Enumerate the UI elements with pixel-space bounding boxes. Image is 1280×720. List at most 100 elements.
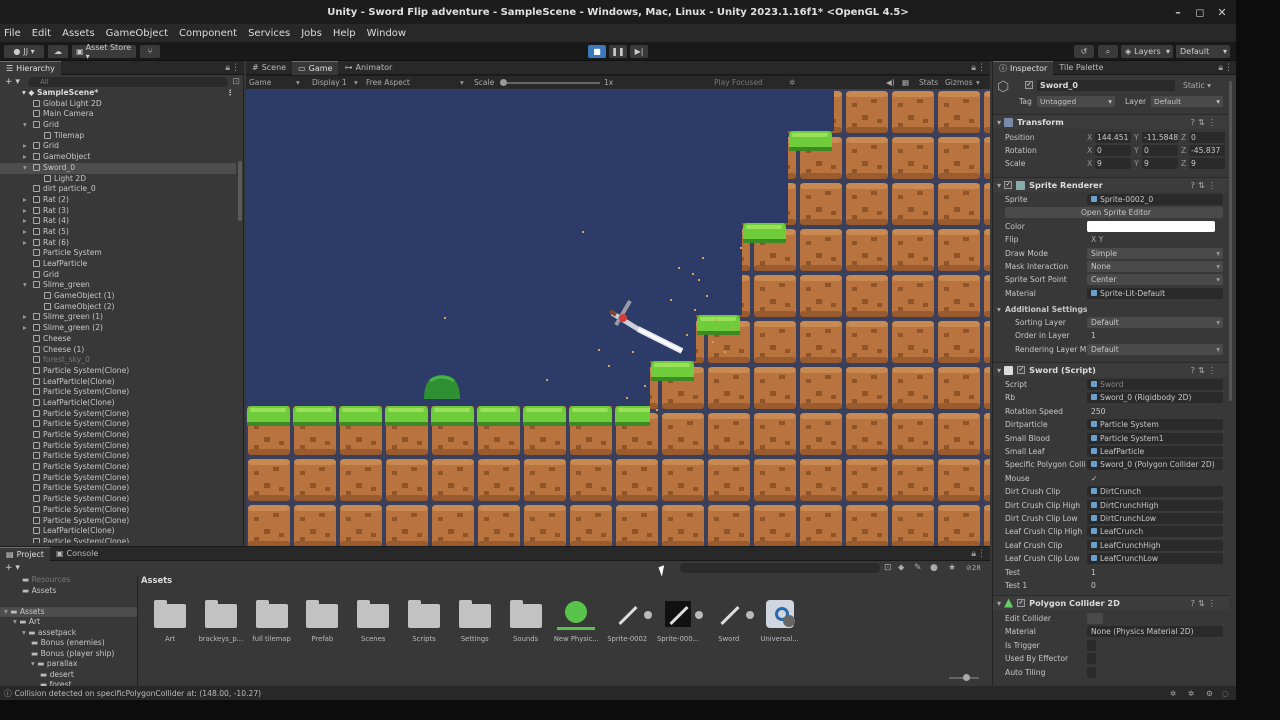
asset-item[interactable]: Sword: [704, 597, 754, 643]
asset-item[interactable]: Settings: [450, 597, 500, 643]
asset-item[interactable]: Scripts: [399, 597, 449, 643]
tab-game[interactable]: ▭ Game: [292, 60, 339, 75]
hierarchy-item[interactable]: Particle System(Clone): [0, 441, 236, 452]
hierarchy-item[interactable]: Main Camera: [0, 109, 236, 120]
hierarchy-item[interactable]: ▸ Slime_green (2): [0, 323, 236, 334]
expand-arrow-icon[interactable]: ▸: [23, 152, 27, 163]
asset-item[interactable]: full tilemap: [247, 597, 297, 643]
tab-console[interactable]: ▣ Console: [50, 547, 104, 561]
filter-by-type-icon[interactable]: ⊡: [884, 563, 892, 573]
hierarchy-item[interactable]: ▸ GameObject: [0, 152, 236, 163]
component-menu-icons[interactable]: ?⇅⋮: [1191, 117, 1219, 127]
active-checkbox[interactable]: ✓: [1025, 81, 1033, 89]
transform-rotation-x-field[interactable]: 0: [1095, 145, 1131, 156]
cloud-button[interactable]: ☁: [48, 45, 68, 58]
folder-tree-item[interactable]: ▾ ▬ Art: [0, 617, 137, 628]
folder-tree-item[interactable]: ▬ desert: [0, 670, 137, 681]
property-field[interactable]: DirtCrunch: [1087, 486, 1223, 498]
transform-rotation-z-field[interactable]: -45.837: [1189, 145, 1225, 156]
transform-position-x-field[interactable]: 144.451: [1095, 132, 1131, 143]
property-field[interactable]: 1: [1087, 567, 1223, 578]
property-field[interactable]: LeafCrunch: [1087, 526, 1223, 538]
filter-icon[interactable]: ⊡: [232, 77, 240, 87]
hierarchy-scrollbar[interactable]: [238, 161, 242, 221]
property-field[interactable]: [1087, 666, 1096, 678]
property-field[interactable]: [1087, 653, 1096, 665]
component-menu-icons[interactable]: ?⇅⋮: [1191, 365, 1219, 375]
hierarchy-item[interactable]: ▸ Grid: [0, 141, 236, 152]
property-field[interactable]: [1087, 220, 1215, 232]
audio-icon[interactable]: ◀︎): [886, 78, 895, 87]
property-field[interactable]: LeafParticle: [1087, 446, 1223, 457]
expand-arrow-icon[interactable]: ▸: [23, 323, 27, 334]
expand-arrow-icon[interactable]: ▾: [23, 163, 27, 174]
property-field[interactable]: Default: [1087, 343, 1223, 355]
property-field[interactable]: 1: [1087, 330, 1223, 341]
hierarchy-item[interactable]: Global Light 2D: [0, 99, 236, 110]
hierarchy-item[interactable]: ▸ Rat (4): [0, 216, 236, 227]
minimize-button[interactable]: –: [1170, 4, 1186, 20]
game-mode-dropdown[interactable]: Game: [249, 78, 271, 87]
property-field[interactable]: Particle System: [1087, 419, 1223, 431]
scene-row[interactable]: ▾ ◆ SampleScene* ⋮: [0, 88, 236, 99]
transform-rotation-y-field[interactable]: 0: [1142, 145, 1178, 156]
hierarchy-item[interactable]: dirt particle_0: [0, 184, 236, 195]
account-button[interactable]: ● JJ ▾: [4, 45, 44, 58]
menu-gameobject[interactable]: GameObject: [106, 28, 168, 39]
transform-scale-z-field[interactable]: 9: [1189, 158, 1225, 169]
property-field[interactable]: LeafCrunchHigh: [1087, 539, 1223, 551]
component-menu-icons[interactable]: ?⇅⋮: [1191, 180, 1219, 190]
transform-component-header[interactable]: ▾ Transform ?⇅⋮: [993, 114, 1229, 129]
hierarchy-item[interactable]: Particle System(Clone): [0, 409, 236, 420]
layers-dropdown[interactable]: ◈ Layers ▾: [1121, 45, 1173, 58]
menu-help[interactable]: Help: [333, 28, 356, 39]
expand-arrow-icon[interactable]: ▸: [23, 195, 27, 206]
folder-tree-item[interactable]: ▾ ▬ assetpack: [0, 628, 137, 639]
expand-arrow-icon[interactable]: ▾: [23, 120, 27, 131]
history-button[interactable]: ↺: [1074, 45, 1094, 58]
sprite-renderer-component-header[interactable]: ▾ ✓ Sprite Renderer ?⇅⋮: [993, 177, 1229, 192]
menu-window[interactable]: Window: [367, 28, 406, 39]
hierarchy-item[interactable]: Particle System(Clone): [0, 387, 236, 398]
asset-item[interactable]: Art: [145, 597, 195, 643]
property-field[interactable]: [1087, 639, 1096, 651]
asset-item[interactable]: New Physic...: [551, 597, 601, 643]
search-button[interactable]: ⌕: [1098, 45, 1118, 58]
property-field[interactable]: Sword_0 (Rigidbody 2D): [1087, 392, 1223, 404]
property-field[interactable]: [1087, 613, 1103, 624]
hierarchy-item[interactable]: Grid: [0, 270, 236, 281]
tab-animator[interactable]: ⊶ Animator: [338, 61, 398, 75]
tab-tile-palette[interactable]: Tile Palette: [1053, 61, 1109, 75]
asset-item[interactable]: brackeys_p...: [196, 597, 246, 643]
property-field[interactable]: Simple: [1087, 247, 1223, 259]
expand-arrow-icon[interactable]: ▸: [23, 206, 27, 217]
hierarchy-item[interactable]: Light 2D: [0, 174, 236, 185]
hierarchy-item[interactable]: ▸ Slime_green (1): [0, 312, 236, 323]
gizmos-button[interactable]: Gizmos: [945, 78, 973, 87]
additional-settings-foldout[interactable]: ▾ Additional Settings: [993, 303, 1229, 316]
hierarchy-item[interactable]: Particle System(Clone): [0, 537, 236, 543]
property-field[interactable]: DirtCrunchLow: [1087, 513, 1223, 524]
expand-arrow-icon[interactable]: ▸: [23, 216, 27, 227]
star-icon[interactable]: ★: [948, 563, 956, 573]
property-field[interactable]: 0: [1087, 580, 1223, 591]
hierarchy-item[interactable]: ▸ Rat (3): [0, 206, 236, 217]
hierarchy-item[interactable]: Particle System(Clone): [0, 494, 236, 505]
scale-slider-handle[interactable]: [500, 79, 507, 86]
hierarchy-item[interactable]: ▸ Rat (2): [0, 195, 236, 206]
property-field[interactable]: Default: [1087, 317, 1223, 328]
tab-hierarchy[interactable]: ☰ Hierarchy: [0, 60, 61, 75]
folder-tree-item[interactable]: ▬ Assets: [0, 586, 137, 597]
hierarchy-item[interactable]: ▸ Rat (6): [0, 238, 236, 249]
more-menu-icon[interactable]: ⋮: [231, 63, 240, 73]
hierarchy-item[interactable]: ▸ Rat (5): [0, 227, 236, 238]
pen-icon[interactable]: ✎: [914, 563, 922, 573]
property-field[interactable]: ✓: [1087, 473, 1223, 484]
lock-icon[interactable]: 🔒︎: [971, 549, 976, 559]
menu-file[interactable]: File: [4, 28, 21, 39]
settings-icon[interactable]: ⚙: [1206, 689, 1213, 698]
layer-dropdown[interactable]: Default ▾: [1151, 96, 1223, 107]
folder-tree-item[interactable]: ▾ ▬ parallax: [0, 659, 137, 670]
tab-inspector[interactable]: ⓘ Inspector: [993, 61, 1054, 75]
object-name-field[interactable]: Sword_0: [1037, 80, 1175, 91]
